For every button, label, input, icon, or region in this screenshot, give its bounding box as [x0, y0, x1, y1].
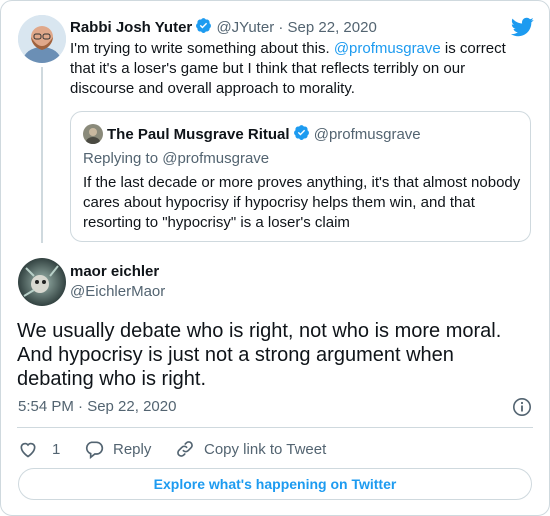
verified-badge-icon [195, 17, 212, 38]
link-icon [175, 439, 195, 459]
quoted-tweet-card[interactable]: The Paul Musgrave Ritual @profmusgrave R… [70, 111, 531, 242]
avatar-josh-yuter[interactable] [18, 15, 66, 63]
quoted-tweet-text: If the last decade or more proves anythi… [83, 174, 521, 231]
author-handle[interactable]: @JYuter [216, 19, 274, 36]
quoted-header: The Paul Musgrave Ritual @profmusgrave [107, 124, 421, 145]
author-name[interactable]: Rabbi Josh Yuter [70, 19, 192, 36]
parent-tweet-header: Rabbi Josh Yuter @JYuter · Sep 22, 2020 [70, 17, 377, 38]
verified-badge-icon [293, 124, 310, 145]
heart-icon [18, 439, 38, 459]
explore-twitter-button[interactable]: Explore what's happening on Twitter [18, 468, 532, 500]
replying-to-label: Replying to @profmusgrave [83, 150, 270, 167]
copy-link-button[interactable]: Copy link to Tweet [175, 438, 326, 460]
quoted-author-name: The Paul Musgrave Ritual [107, 126, 290, 143]
quoted-author-handle: @profmusgrave [313, 126, 421, 143]
reply-button[interactable]: Reply [84, 438, 151, 460]
avatar-maor-eichler[interactable] [18, 258, 66, 306]
avatar-paul-musgrave [83, 124, 103, 144]
divider [17, 427, 533, 428]
separator-dot: · [278, 19, 284, 36]
main-tweet-text: We usually debate who is right, not who … [17, 320, 502, 390]
like-button[interactable]: 1 [18, 438, 60, 460]
like-count: 1 [52, 440, 61, 458]
tweet-date[interactable]: Sep 22, 2020 [288, 19, 377, 36]
copy-link-label: Copy link to Tweet [204, 440, 327, 458]
info-icon[interactable] [512, 397, 532, 417]
twitter-bird-icon[interactable] [510, 15, 534, 39]
tweet-embed-card: Rabbi Josh Yuter @JYuter · Sep 22, 2020 … [0, 0, 550, 516]
parent-tweet-text: I'm trying to write something about this… [70, 39, 530, 99]
thread-line [41, 67, 43, 243]
explore-button-label: Explore what's happening on Twitter [153, 476, 397, 492]
parent-text-before: I'm trying to write something about this… [70, 40, 334, 57]
reply-icon [84, 439, 104, 459]
mention-link[interactable]: @profmusgrave [334, 40, 441, 57]
reply-label: Reply [113, 440, 152, 458]
main-author-name[interactable]: maor eichler [70, 263, 159, 280]
tweet-timestamp[interactable]: 5:54 PM · Sep 22, 2020 [18, 398, 176, 415]
main-author-handle[interactable]: @EichlerMaor [70, 283, 165, 300]
